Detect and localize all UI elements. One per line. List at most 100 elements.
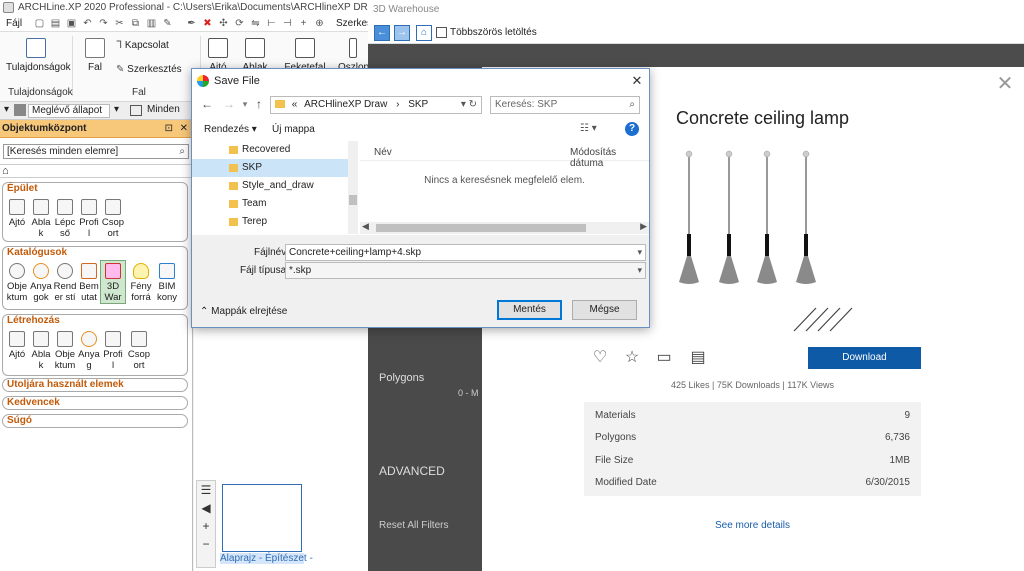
save-button[interactable]: Mentés: [497, 300, 562, 320]
hscrollbar-thumb[interactable]: [376, 224, 586, 232]
tree-item-skp[interactable]: SKP: [192, 159, 349, 177]
see-more-details-link[interactable]: See more details: [584, 520, 921, 531]
column-name-header[interactable]: Név: [374, 147, 392, 158]
rotate-icon[interactable]: ⟳: [234, 18, 245, 29]
like-heart-icon[interactable]: ♡: [590, 348, 610, 368]
create-item-door[interactable]: Ajtó: [5, 331, 29, 360]
cancel-button[interactable]: Mégse: [572, 300, 637, 320]
layout-thumbnail[interactable]: [222, 484, 302, 552]
column-modified-header[interactable]: Módosítás dátuma: [570, 147, 649, 169]
catalog-item-object[interactable]: Obje ktum: [5, 263, 29, 303]
pen-icon[interactable]: ✒: [186, 18, 197, 29]
catalog-item-3d-warehouse[interactable]: 3D War: [100, 260, 126, 304]
create-item-object[interactable]: Obje ktum: [53, 331, 77, 371]
help-icon[interactable]: ?: [625, 122, 639, 136]
pin-icon[interactable]: ⊡: [165, 120, 173, 137]
edit-wall-button[interactable]: ✎ Szerkesztés: [116, 64, 188, 75]
group-building-title[interactable]: Épület: [7, 183, 38, 194]
layer-dropdown-arrow[interactable]: ▾: [4, 104, 9, 115]
building-item-profile[interactable]: Profi l: [77, 199, 101, 239]
building-item-door[interactable]: Ajtó: [5, 199, 29, 228]
multi-download-checkbox[interactable]: [436, 27, 447, 38]
search-input[interactable]: Keresés: SKP ⌕: [490, 96, 640, 114]
modal-close-icon[interactable]: ✕: [995, 74, 1015, 94]
create-item-window[interactable]: Abla k: [29, 331, 53, 371]
tree-item-style-and-draw[interactable]: Style_and_draw: [192, 177, 349, 195]
create-item-profile[interactable]: Profi l: [101, 331, 125, 371]
tree-scrollbar-thumb[interactable]: [349, 195, 357, 205]
chevron-down-icon[interactable]: ▾: [637, 263, 642, 278]
measure-icon[interactable]: ⊕: [314, 18, 325, 29]
view-options-icon[interactable]: ☷ ▾: [580, 123, 597, 134]
object-search-input[interactable]: [Keresés minden elemre] ⌕: [3, 144, 189, 159]
chevron-down-icon[interactable]: ▾: [637, 245, 642, 260]
menu-file[interactable]: Fájl: [6, 18, 22, 29]
download-button[interactable]: Download: [808, 347, 921, 369]
collection-icon[interactable]: ▤: [688, 348, 708, 368]
home-icon[interactable]: ⌂: [416, 25, 432, 41]
building-item-group[interactable]: Csop ort: [101, 199, 125, 239]
filename-input[interactable]: Concrete+ceiling+lamp+4.skp ▾: [285, 244, 646, 261]
search-icon[interactable]: ⌕: [179, 145, 185, 158]
add-to-folder-icon[interactable]: ▭: [654, 348, 674, 368]
building-item-stairs[interactable]: Lépc ső: [53, 199, 77, 239]
group-catalogs-title[interactable]: Katalógusok: [7, 247, 67, 258]
scroll-right-icon[interactable]: ▶: [640, 221, 647, 232]
state-dropdown[interactable]: Meglévő állapot: [28, 104, 110, 118]
group-favorites[interactable]: Kedvencek: [2, 396, 188, 410]
catalog-item-materials[interactable]: Anya gok: [29, 263, 53, 303]
open-folder-icon[interactable]: ▤: [50, 18, 61, 29]
delete-icon[interactable]: ✖: [202, 18, 213, 29]
new-file-icon[interactable]: ▢: [34, 18, 45, 29]
hide-folders-toggle[interactable]: ⌃ Mappák elrejtése: [200, 306, 287, 317]
dialog-close-icon[interactable]: ✕: [628, 72, 646, 90]
add-icon[interactable]: +: [298, 18, 309, 29]
group-recent[interactable]: Utoljára használt elemek: [2, 378, 188, 392]
scroll-left-icon[interactable]: ◀: [362, 221, 369, 232]
forward-arrow-icon[interactable]: →: [222, 97, 236, 111]
path-segment[interactable]: SKP: [408, 99, 428, 110]
tree-scrollbar[interactable]: [348, 141, 358, 234]
paste-icon[interactable]: ▥: [146, 18, 157, 29]
organize-button[interactable]: Rendezés ▾: [204, 124, 257, 135]
trim-icon[interactable]: ⊢: [266, 18, 277, 29]
file-list-hscrollbar[interactable]: ◀ ▶: [360, 221, 649, 234]
collapse-left-icon[interactable]: ◀: [197, 499, 215, 517]
all-dropdown[interactable]: Minden: [144, 104, 192, 118]
group-create-title[interactable]: Létrehozás: [7, 315, 60, 326]
filetype-select[interactable]: *.skp ▾: [285, 262, 646, 279]
forward-arrow-icon[interactable]: →: [394, 25, 410, 41]
layout-tab-label[interactable]: Alaprajz - Építészet -: [220, 553, 313, 564]
back-arrow-icon[interactable]: ←: [374, 25, 390, 41]
connection-button[interactable]: ᒣ Kapcsolat: [116, 40, 186, 51]
up-arrow-icon[interactable]: ↑: [252, 97, 266, 111]
save-icon[interactable]: ▣: [66, 18, 77, 29]
search-icon[interactable]: ⌕: [629, 97, 635, 113]
zoom-in-icon[interactable]: +: [197, 517, 215, 535]
catalog-item-light-source[interactable]: Fény forrá: [129, 263, 153, 303]
building-item-window[interactable]: Abla k: [29, 199, 53, 239]
menu-edit[interactable]: Szerkesz: [336, 18, 368, 29]
back-arrow-icon[interactable]: ←: [200, 97, 214, 111]
wall-button[interactable]: Fal: [80, 38, 110, 73]
offset-icon[interactable]: ⊣: [282, 18, 293, 29]
recent-locations-icon[interactable]: ▾: [238, 97, 252, 111]
move-icon[interactable]: ✣: [218, 18, 229, 29]
brush-icon[interactable]: ✎: [162, 18, 173, 29]
catalog-item-bim-library[interactable]: BIM kony: [155, 263, 179, 303]
mirror-icon[interactable]: ⇋: [250, 18, 261, 29]
state-dropdown-arrow[interactable]: ▾: [114, 104, 119, 115]
favorite-star-icon[interactable]: ☆: [622, 348, 642, 368]
undo-icon[interactable]: ↶: [82, 18, 93, 29]
tree-item-terep[interactable]: Terep: [192, 213, 349, 231]
tree-item-recovered[interactable]: Recovered: [192, 141, 349, 159]
list-icon[interactable]: ☰: [197, 481, 215, 499]
catalog-item-render-style[interactable]: Rend er stí: [53, 263, 77, 303]
address-dropdown-refresh-icon[interactable]: ▾ ↻: [461, 97, 477, 113]
new-folder-button[interactable]: Új mappa: [272, 124, 315, 135]
catalog-item-presentation[interactable]: Bem utat: [77, 263, 101, 303]
zoom-out-icon[interactable]: −: [197, 535, 215, 553]
cut-icon[interactable]: ✂: [114, 18, 125, 29]
address-bar[interactable]: « ARCHlineXP Draw › SKP ▾ ↻: [270, 96, 482, 114]
home-icon[interactable]: ⌂: [2, 165, 9, 178]
